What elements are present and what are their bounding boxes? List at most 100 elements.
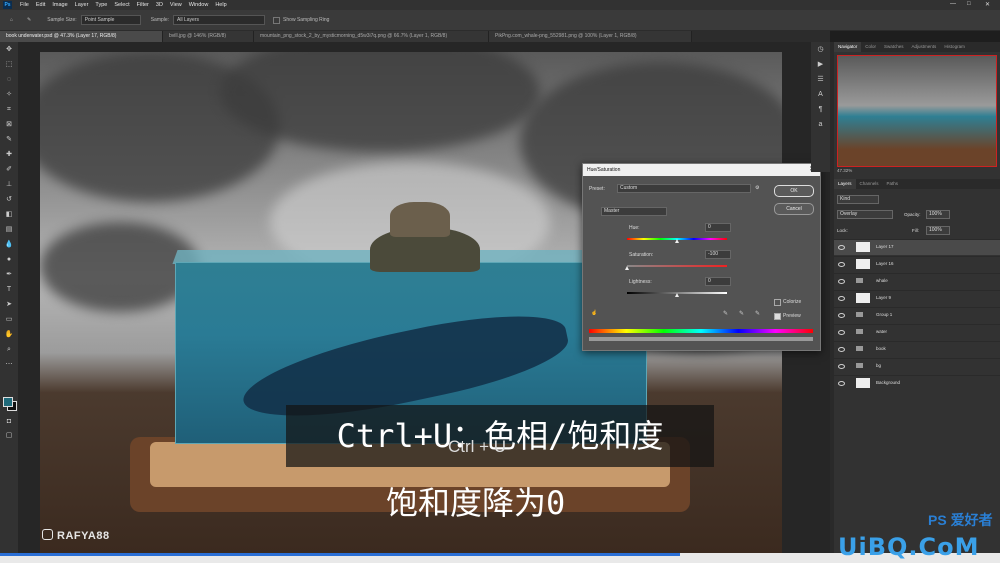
sample-size-select[interactable]: Point Sample xyxy=(80,15,141,25)
tab-whale[interactable]: PikPng.com_whale-png_552981.png @ 100% (… xyxy=(489,31,692,42)
visibility-eye-icon[interactable] xyxy=(838,347,845,352)
zoom-tool-icon[interactable]: ⌕ xyxy=(4,345,14,355)
tab-bvill[interactable]: bvill.jpg @ 146% (RGB/8) xyxy=(163,31,254,42)
menu-view[interactable]: View xyxy=(170,2,182,8)
more-tools-icon[interactable]: ⋯ xyxy=(4,360,14,370)
gradient-tool-icon[interactable]: ▤ xyxy=(4,225,14,235)
eyedropper-plus-icon[interactable]: ✎ xyxy=(739,310,744,317)
layer-row[interactable]: Background xyxy=(834,375,1000,391)
layer-row[interactable]: whale xyxy=(834,273,1000,289)
layer-row[interactable]: book xyxy=(834,341,1000,357)
screen-mode-icon[interactable]: ▢ xyxy=(4,431,14,441)
brush-tool-icon[interactable]: ✐ xyxy=(4,165,14,175)
blend-mode-select[interactable]: Overlay xyxy=(837,210,893,219)
lightness-input[interactable]: 0 xyxy=(705,277,731,286)
tab-book-underwater[interactable]: book underwater.psd @ 47.3% (Layer 17, R… xyxy=(0,31,163,42)
menu-layer[interactable]: Layer xyxy=(75,2,89,8)
path-select-icon[interactable]: ➤ xyxy=(4,300,14,310)
layer-row[interactable]: Layer 16 xyxy=(834,256,1000,272)
visibility-eye-icon[interactable] xyxy=(838,364,845,369)
paragraph-icon[interactable]: ¶ xyxy=(816,105,826,115)
visibility-eye-icon[interactable] xyxy=(838,330,845,335)
layer-row[interactable]: Group 1 xyxy=(834,307,1000,323)
opacity-input[interactable]: 100% xyxy=(926,210,950,219)
quick-select-tool-icon[interactable]: ✧ xyxy=(4,90,14,100)
visibility-eye-icon[interactable] xyxy=(838,245,845,250)
saturation-slider-track[interactable] xyxy=(627,265,727,267)
close-icon[interactable]: ✕ xyxy=(985,1,990,8)
glyph-icon[interactable]: a xyxy=(816,120,826,130)
eyedropper-minus-icon[interactable]: ✎ xyxy=(755,310,760,317)
clone-stamp-icon[interactable]: ⊥ xyxy=(4,180,14,190)
tab-channels[interactable]: Channels xyxy=(856,179,883,189)
layer-row[interactable]: Layer 9 xyxy=(834,290,1000,306)
frame-tool-icon[interactable]: ⊠ xyxy=(4,120,14,130)
blur-tool-icon[interactable]: 💧 xyxy=(4,240,14,250)
ok-button[interactable]: OK xyxy=(774,185,814,197)
foreground-color-swatch[interactable] xyxy=(3,397,13,407)
lasso-tool-icon[interactable]: ◌ xyxy=(4,75,14,85)
tab-swatches[interactable]: Swatches xyxy=(880,42,908,52)
visibility-eye-icon[interactable] xyxy=(838,279,845,284)
eyedropper-icon[interactable]: ✎ xyxy=(723,310,728,317)
maximize-icon[interactable]: □ xyxy=(967,1,971,7)
move-tool-icon[interactable]: ✥ xyxy=(4,45,14,55)
hue-slider-thumb[interactable] xyxy=(674,239,679,243)
show-sampling-ring-checkbox[interactable] xyxy=(273,16,281,24)
tab-paths[interactable]: Paths xyxy=(883,179,903,189)
layer-row[interactable]: bg xyxy=(834,358,1000,374)
tab-histogram[interactable]: Histogram xyxy=(940,42,969,52)
menu-filter[interactable]: Filter xyxy=(137,2,149,8)
targeted-adjustment-icon[interactable]: ☝ xyxy=(591,310,597,316)
tab-layers[interactable]: Layers xyxy=(834,179,856,189)
tab-navigator[interactable]: Navigator xyxy=(834,42,862,52)
type-tool-icon[interactable]: T xyxy=(4,285,14,295)
menu-file[interactable]: File xyxy=(20,2,29,8)
marquee-tool-icon[interactable]: ⬚ xyxy=(4,60,14,70)
home-icon[interactable]: ⌂ xyxy=(10,17,13,23)
fill-input[interactable]: 100% xyxy=(926,226,950,235)
menu-image[interactable]: Image xyxy=(52,2,67,8)
visibility-eye-icon[interactable] xyxy=(838,296,845,301)
sample-select[interactable]: All Layers xyxy=(173,15,266,25)
hue-input[interactable]: 0 xyxy=(705,223,731,232)
history-brush-icon[interactable]: ↺ xyxy=(4,195,14,205)
navigator-preview[interactable] xyxy=(837,55,997,167)
minimize-icon[interactable]: — xyxy=(950,1,956,7)
pen-tool-icon[interactable]: ✒ xyxy=(4,270,14,280)
menu-3d[interactable]: 3D xyxy=(156,2,163,8)
menu-select[interactable]: Select xyxy=(114,2,129,8)
saturation-input[interactable]: -100 xyxy=(705,250,731,259)
cancel-button[interactable]: Cancel xyxy=(774,203,814,215)
layer-row[interactable]: water xyxy=(834,324,1000,340)
eyedropper-tool-icon[interactable]: ✎ xyxy=(27,17,31,23)
menu-window[interactable]: Window xyxy=(189,2,209,8)
video-progress[interactable] xyxy=(0,553,680,556)
tab-color[interactable]: Color xyxy=(861,42,880,52)
history-icon[interactable]: ◷ xyxy=(816,45,826,55)
eraser-tool-icon[interactable]: ◧ xyxy=(4,210,14,220)
channel-select[interactable]: Master xyxy=(601,207,667,216)
visibility-eye-icon[interactable] xyxy=(838,313,845,318)
dodge-tool-icon[interactable]: ● xyxy=(4,255,14,265)
play-icon[interactable]: ▶ xyxy=(816,60,826,70)
hand-tool-icon[interactable]: ✋ xyxy=(4,330,14,340)
layer-filter-select[interactable]: Kind xyxy=(837,195,879,204)
layer-row[interactable]: Layer 17 xyxy=(834,239,1000,255)
menu-help[interactable]: Help xyxy=(215,2,226,8)
character-icon[interactable]: A xyxy=(816,90,826,100)
properties-icon[interactable]: ☰ xyxy=(816,75,826,85)
visibility-eye-icon[interactable] xyxy=(838,381,845,386)
menu-edit[interactable]: Edit xyxy=(36,2,45,8)
navigator-zoom[interactable]: 47.32% xyxy=(837,168,852,173)
quick-mask-icon[interactable]: ◘ xyxy=(4,417,14,427)
preset-select[interactable]: Custom xyxy=(617,184,751,193)
preset-options-icon[interactable]: ⚙ xyxy=(755,185,759,191)
crop-tool-icon[interactable]: ⌗ xyxy=(4,105,14,115)
saturation-slider-thumb[interactable] xyxy=(624,266,629,270)
tab-adjustments[interactable]: Adjustments xyxy=(908,42,941,52)
tab-mountain[interactable]: mountain_png_stock_2_by_mysticmorning_d5… xyxy=(254,31,489,42)
eyedropper-icon[interactable]: ✎ xyxy=(4,135,14,145)
menu-type[interactable]: Type xyxy=(95,2,107,8)
visibility-eye-icon[interactable] xyxy=(838,262,845,267)
